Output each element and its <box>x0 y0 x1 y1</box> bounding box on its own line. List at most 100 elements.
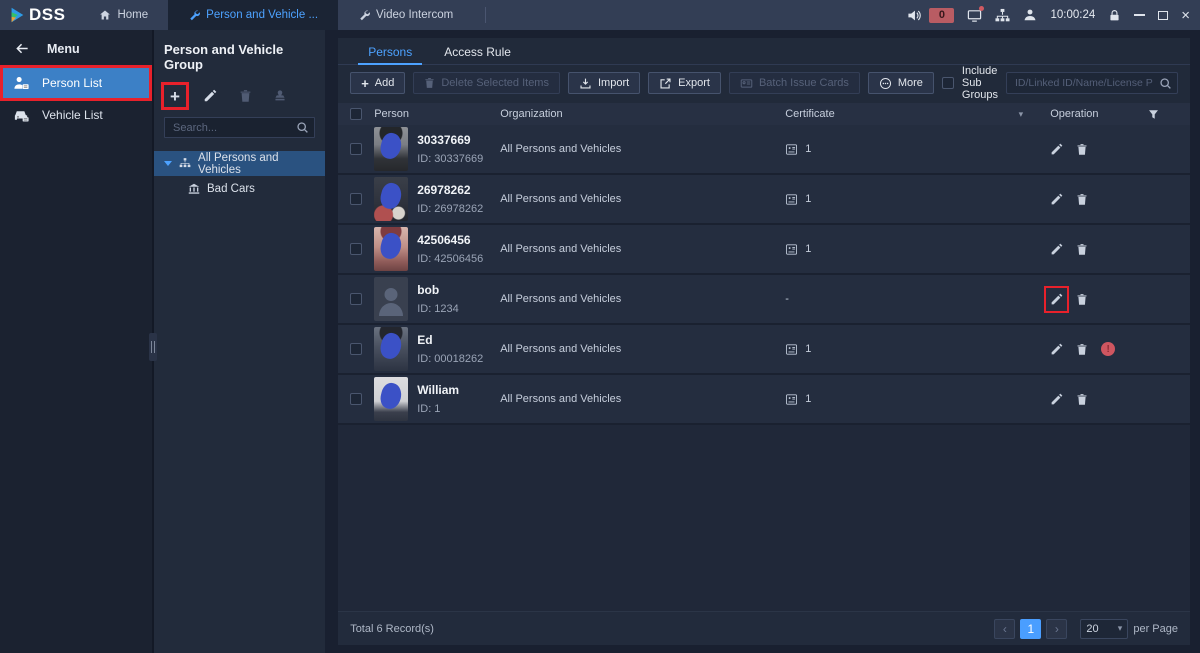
group-search-input[interactable] <box>164 117 315 138</box>
add-button[interactable]: + Add <box>350 72 405 94</box>
group-panel: Person and Vehicle Group + <box>154 30 325 653</box>
row-checkbox[interactable] <box>350 143 362 155</box>
issue-stamp-button[interactable] <box>271 87 289 105</box>
total-records: Total 6 Record(s) <box>350 623 434 635</box>
person-name: 30337669 <box>417 133 483 147</box>
search-icon <box>296 121 309 134</box>
tab-label: Person and Vehicle ... <box>206 9 318 21</box>
speaker-icon[interactable] <box>907 8 922 23</box>
edit-icon[interactable] <box>1050 143 1063 156</box>
clock: 10:00:24 <box>1050 9 1095 21</box>
delete-selected-button[interactable]: Delete Selected Items <box>413 72 560 94</box>
edit-icon[interactable] <box>1050 193 1063 206</box>
persons-toolbar: + Add Delete Selected Items Import Expor… <box>338 65 1190 101</box>
group-panel-title: Person and Vehicle Group <box>164 42 315 72</box>
plus-icon: + <box>361 77 369 90</box>
dss-logo-icon <box>8 6 26 24</box>
face-blur-blob <box>378 181 404 211</box>
person-search-input[interactable] <box>1006 72 1178 94</box>
tab-person-and-vehicle[interactable]: Person and Vehicle ... <box>168 0 338 30</box>
edit-icon[interactable] <box>1050 293 1063 306</box>
edit-icon[interactable] <box>1050 343 1063 356</box>
row-checkbox[interactable] <box>350 343 362 355</box>
edit-icon[interactable] <box>1050 243 1063 256</box>
tree-node-label: All Persons and Vehicles <box>198 152 315 176</box>
monitor-alert-dot <box>979 6 984 11</box>
page-size-select[interactable]: 20 ▾ <box>1080 619 1128 639</box>
include-sub-groups-checkbox[interactable] <box>942 77 954 89</box>
pencil-icon <box>203 89 217 103</box>
chevron-down-icon: ▾ <box>1118 623 1123 634</box>
certificate-count: - <box>785 293 789 305</box>
sidebar-item-person-list[interactable]: Person List <box>0 67 152 99</box>
edit-icon[interactable] <box>1050 393 1063 406</box>
delete-icon[interactable] <box>1076 293 1088 306</box>
edit-group-button[interactable] <box>201 87 219 105</box>
person-id: ID: 30337669 <box>417 153 483 165</box>
chevron-down-icon[interactable]: ▾ <box>1019 109 1024 120</box>
import-icon <box>579 77 592 90</box>
tab-home[interactable]: Home <box>79 0 168 30</box>
more-button[interactable]: More <box>868 72 934 94</box>
page-number-button[interactable]: 1 <box>1020 619 1041 639</box>
face-blur-blob <box>378 231 404 261</box>
tree-expand-icon[interactable] <box>164 161 172 166</box>
person-photo <box>374 127 408 171</box>
filter-icon[interactable] <box>1147 108 1160 121</box>
table-footer: Total 6 Record(s) ‹ 1 › 20 ▾ per Page <box>338 611 1190 645</box>
delete-icon[interactable] <box>1076 193 1088 206</box>
monitor-status-icon[interactable] <box>967 8 982 23</box>
tab-persons[interactable]: Persons <box>352 38 428 64</box>
collapse-handle[interactable] <box>149 333 157 361</box>
delete-icon[interactable] <box>1076 393 1088 406</box>
batch-issue-cards-button[interactable]: Batch Issue Cards <box>729 72 860 94</box>
alarm-count-badge[interactable]: 0 <box>929 8 954 23</box>
column-operation: Operation <box>1050 108 1098 120</box>
person-id: ID: 00018262 <box>417 353 483 365</box>
import-button[interactable]: Import <box>568 72 640 94</box>
certificate-count: 1 <box>805 193 811 205</box>
tab-label: Home <box>117 9 148 21</box>
lock-icon[interactable] <box>1108 9 1121 22</box>
person-name: 42506456 <box>417 233 483 247</box>
sitemap-icon[interactable] <box>995 8 1010 23</box>
menu-title: Menu <box>47 42 80 56</box>
person-id: ID: 42506456 <box>417 253 483 265</box>
user-icon[interactable] <box>1023 8 1037 22</box>
tree-node-bad-cars[interactable]: Bad Cars <box>154 176 325 201</box>
add-group-button[interactable]: + <box>166 87 184 105</box>
back-icon[interactable] <box>15 41 30 56</box>
prev-page-button[interactable]: ‹ <box>994 619 1015 639</box>
table-row: 30337669 ID: 30337669 All Persons and Ve… <box>338 125 1190 175</box>
export-button[interactable]: Export <box>648 72 721 94</box>
delete-icon[interactable] <box>1076 243 1088 256</box>
delete-icon[interactable] <box>1076 343 1088 356</box>
row-checkbox[interactable] <box>350 293 362 305</box>
tree-node-all-persons[interactable]: All Persons and Vehicles <box>154 151 325 176</box>
select-all-checkbox[interactable] <box>350 108 362 120</box>
minimize-button[interactable] <box>1134 14 1145 16</box>
left-sidebar: Menu Person List Vehicle List <box>0 30 152 653</box>
person-organization: All Persons and Vehicles <box>500 193 785 205</box>
error-icon <box>1101 342 1115 356</box>
sidebar-item-vehicle-list[interactable]: Vehicle List <box>0 99 152 131</box>
row-checkbox[interactable] <box>350 243 362 255</box>
search-icon <box>1159 77 1172 90</box>
tab-access-rule[interactable]: Access Rule <box>428 38 527 64</box>
delete-group-button[interactable] <box>236 87 254 105</box>
row-checkbox[interactable] <box>350 393 362 405</box>
sidebar-divider <box>152 30 154 653</box>
face-blur-blob <box>378 331 404 361</box>
certificate-icon <box>785 393 798 406</box>
close-button[interactable]: × <box>1181 8 1190 23</box>
row-checkbox[interactable] <box>350 193 362 205</box>
face-blur-blob <box>378 131 404 161</box>
next-page-button[interactable]: › <box>1046 619 1067 639</box>
maximize-button[interactable] <box>1158 11 1168 20</box>
org-icon <box>179 157 191 170</box>
export-icon <box>659 77 672 90</box>
tab-video-intercom[interactable]: Video Intercom <box>338 0 473 30</box>
person-photo <box>374 227 408 271</box>
person-organization: All Persons and Vehicles <box>500 143 785 155</box>
delete-icon[interactable] <box>1076 143 1088 156</box>
